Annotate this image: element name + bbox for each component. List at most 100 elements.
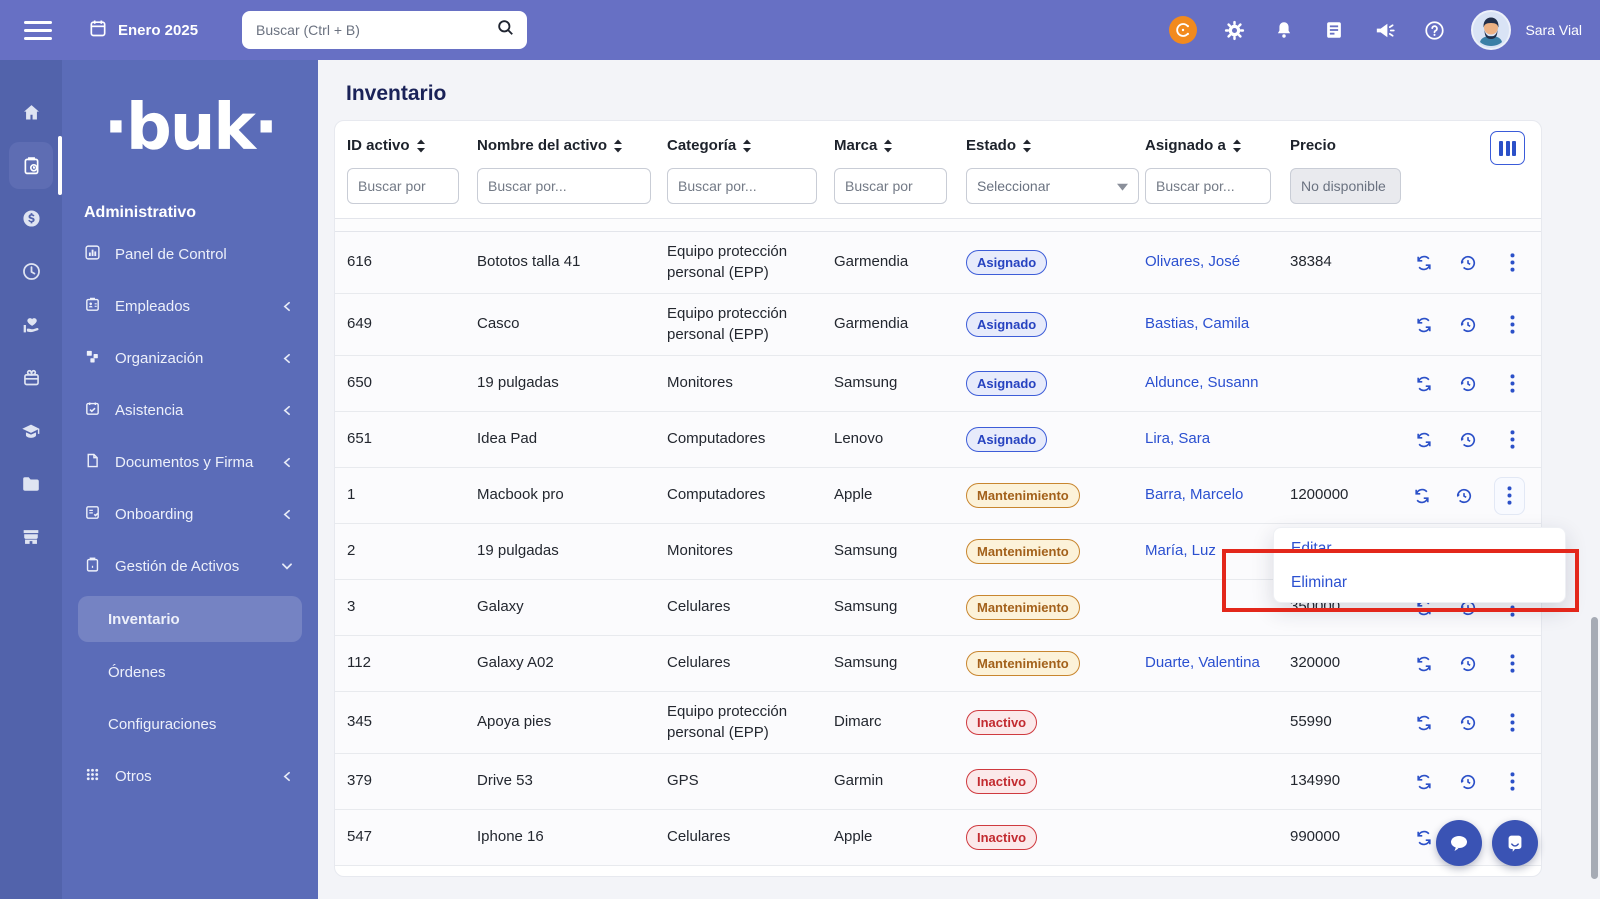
assignee-link[interactable]: Lira, Sara — [1145, 430, 1210, 447]
rail-asset-management-icon[interactable] — [0, 139, 62, 192]
reassign-icon[interactable] — [1410, 483, 1434, 509]
hamburger-menu-icon[interactable] — [24, 16, 52, 44]
reassign-icon[interactable] — [1411, 710, 1437, 736]
search-input[interactable] — [254, 21, 496, 39]
filter-estado-select[interactable]: Seleccionar — [966, 168, 1139, 204]
rail-payroll-icon[interactable] — [0, 192, 62, 245]
sidebar-item-panel-de-control[interactable]: Panel de Control — [62, 228, 318, 280]
history-icon[interactable] — [1455, 769, 1481, 795]
reassign-icon[interactable] — [1411, 371, 1437, 397]
sidebar-item-label: Gestión de Activos — [115, 558, 280, 575]
reassign-icon[interactable] — [1411, 312, 1437, 338]
buk-assistant-icon[interactable] — [1169, 16, 1197, 44]
context-menu-item-eliminar[interactable]: Eliminar — [1274, 566, 1565, 600]
sort-icon[interactable] — [1232, 139, 1242, 153]
sidebar-item-otros[interactable]: Otros — [62, 750, 318, 802]
page-scrollbar-thumb[interactable] — [1591, 617, 1598, 879]
history-icon[interactable] — [1455, 710, 1481, 736]
status-badge: Asignado — [966, 371, 1047, 397]
global-search[interactable] — [242, 11, 527, 49]
icon-rail — [0, 60, 62, 899]
sidebar-subitem-ordenes[interactable]: Órdenes — [62, 646, 318, 698]
support-widget-button[interactable] — [1492, 820, 1538, 866]
sort-icon[interactable] — [883, 139, 893, 153]
history-icon[interactable] — [1455, 651, 1481, 677]
search-icon[interactable] — [496, 18, 515, 42]
rail-wellbeing-icon[interactable] — [0, 298, 62, 351]
kebab-menu-icon[interactable] — [1499, 250, 1525, 276]
sidebar-item-onboarding[interactable]: Onboarding — [62, 488, 318, 540]
assignee-link[interactable]: Aldunce, Susann — [1145, 374, 1258, 391]
cell-category: Celulares — [667, 597, 834, 617]
rail-training-icon[interactable] — [0, 404, 62, 457]
sidebar-item-gestion-de-activos[interactable]: Gestión de Activos — [62, 540, 318, 592]
history-icon[interactable] — [1455, 250, 1481, 276]
sort-icon[interactable] — [613, 139, 623, 153]
reassign-icon[interactable] — [1411, 769, 1437, 795]
announcements-megaphone-icon[interactable] — [1371, 17, 1397, 43]
context-menu-item-editar[interactable]: Editar — [1274, 532, 1565, 566]
assignee-link[interactable]: Olivares, José — [1145, 253, 1240, 270]
notifications-bell-icon[interactable] — [1271, 17, 1297, 43]
reassign-icon[interactable] — [1411, 651, 1437, 677]
column-header-nombre[interactable]: Nombre del activo — [477, 137, 667, 154]
sidebar-item-empleados[interactable]: Empleados — [62, 280, 318, 332]
cell-brand: Dimarc — [834, 712, 966, 732]
kebab-menu-icon[interactable] — [1499, 312, 1525, 338]
kebab-menu-icon[interactable] — [1499, 710, 1525, 736]
rail-benefits-icon[interactable] — [0, 351, 62, 404]
reassign-icon[interactable] — [1411, 250, 1437, 276]
history-icon[interactable] — [1455, 371, 1481, 397]
cell-price: 134990 — [1290, 771, 1410, 791]
reassign-icon[interactable] — [1411, 825, 1437, 851]
column-settings-button[interactable] — [1490, 131, 1525, 165]
kebab-menu-icon[interactable] — [1499, 769, 1525, 795]
filter-assignee-input[interactable] — [1145, 168, 1271, 204]
assignee-link[interactable]: Duarte, Valentina — [1145, 654, 1260, 671]
rail-time-icon[interactable] — [0, 245, 62, 298]
rail-documents-folder-icon[interactable] — [0, 457, 62, 510]
kebab-menu-icon[interactable] — [1499, 427, 1525, 453]
period-selector[interactable]: Enero 2025 — [88, 18, 198, 42]
sidebar-item-asistencia[interactable]: Asistencia — [62, 384, 318, 436]
page-title: Inventario — [346, 82, 446, 106]
reassign-icon[interactable] — [1411, 427, 1437, 453]
chat-bubble-button[interactable] — [1436, 820, 1482, 866]
cell-category: Equipo protección personal (EPP) — [667, 304, 834, 345]
sidebar-subitem-inventario[interactable]: Inventario — [78, 596, 302, 642]
sort-icon[interactable] — [416, 139, 426, 153]
filter-brand-input[interactable] — [834, 168, 947, 204]
chevron-left-icon — [281, 770, 294, 783]
filter-id-input[interactable] — [347, 168, 459, 204]
rail-marketplace-icon[interactable] — [0, 510, 62, 563]
cell-id: 649 — [347, 314, 477, 334]
sidebar-subitem-configuraciones[interactable]: Configuraciones — [62, 698, 318, 750]
column-header-categoria[interactable]: Categoría — [667, 137, 834, 154]
column-header-estado[interactable]: Estado — [966, 137, 1145, 154]
assignee-link[interactable]: Bastias, Camila — [1145, 315, 1249, 332]
rail-home-icon[interactable] — [0, 86, 62, 139]
column-header-marca[interactable]: Marca — [834, 137, 966, 154]
kebab-menu-icon[interactable] — [1499, 371, 1525, 397]
history-icon[interactable] — [1455, 427, 1481, 453]
sidebar-subitem-label: Inventario — [108, 611, 180, 628]
sort-icon[interactable] — [742, 139, 752, 153]
assignee-link[interactable]: Barra, Marcelo — [1145, 486, 1243, 503]
news-feed-icon[interactable] — [1321, 17, 1347, 43]
column-header-precio: Precio — [1290, 137, 1410, 154]
assignee-link[interactable]: María, Luz — [1145, 542, 1216, 559]
column-header-id-activo[interactable]: ID activo — [347, 137, 477, 154]
history-icon[interactable] — [1452, 483, 1476, 509]
settings-gear-icon[interactable] — [1221, 17, 1247, 43]
help-icon[interactable] — [1421, 17, 1447, 43]
kebab-menu-icon-open[interactable] — [1494, 477, 1525, 515]
history-icon[interactable] — [1455, 312, 1481, 338]
sidebar-item-documentos-y-firma[interactable]: Documentos y Firma — [62, 436, 318, 488]
filter-name-input[interactable] — [477, 168, 651, 204]
user-avatar[interactable] — [1471, 10, 1511, 50]
kebab-menu-icon[interactable] — [1499, 651, 1525, 677]
sort-icon[interactable] — [1022, 139, 1032, 153]
column-header-asignado-a[interactable]: Asignado a — [1145, 137, 1290, 154]
sidebar-item-organizacion[interactable]: Organización — [62, 332, 318, 384]
filter-category-input[interactable] — [667, 168, 817, 204]
